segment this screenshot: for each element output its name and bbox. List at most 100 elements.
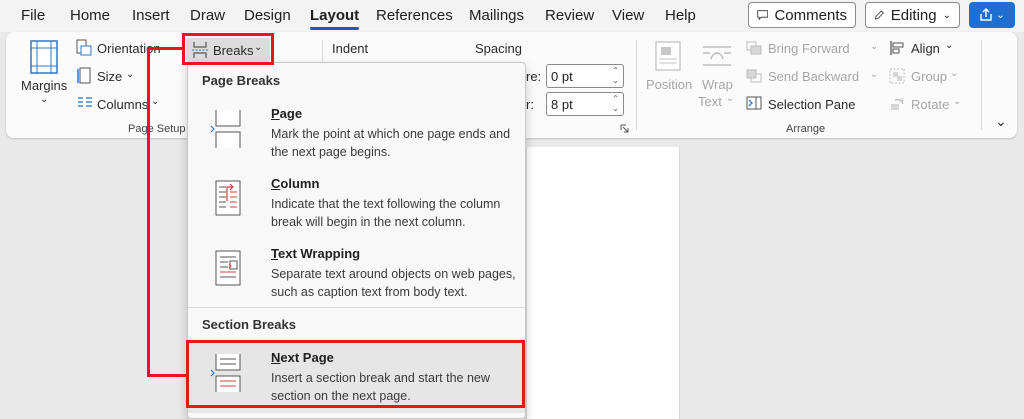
rotate-icon — [891, 97, 904, 110]
page-setup-group-label: Page Setup — [128, 123, 186, 135]
tab-insert[interactable]: Insert — [132, 7, 170, 24]
tab-file[interactable]: File — [21, 7, 45, 24]
tab-help[interactable]: Help — [665, 7, 696, 24]
share-icon — [980, 8, 992, 21]
text-wrapping-title: Text Wrapping — [271, 246, 361, 261]
page-break-item[interactable]: Page Mark the point at which one page en… — [188, 99, 525, 169]
page-break-title: Page — [271, 106, 303, 121]
breaks-dropdown: Page Breaks Page Mark the point at which… — [187, 62, 526, 419]
send-backward-button[interactable]: Send Backward — [768, 69, 859, 84]
spacing-heading: Spacing — [475, 41, 522, 56]
page-break-desc: Mark the point at which one page ends an… — [271, 127, 511, 159]
margins-button[interactable]: Margins — [21, 78, 67, 93]
chevron-down-icon: ⌄ — [942, 9, 951, 21]
spacing-after-label: r: — [526, 97, 534, 112]
bring-forward-button[interactable]: Bring Forward — [768, 41, 850, 56]
position-icon — [655, 41, 681, 71]
align-button[interactable]: Align — [911, 41, 940, 56]
tab-draw[interactable]: Draw — [190, 7, 225, 24]
indent-heading: Indent — [332, 41, 369, 56]
tab-view[interactable]: View — [612, 7, 644, 24]
column-break-desc: Indicate that the text following the col… — [271, 197, 501, 229]
column-break-title: Column — [271, 176, 320, 191]
highlight-connector-line — [147, 374, 187, 377]
pencil-icon — [874, 10, 884, 20]
align-icon — [890, 41, 904, 55]
spacing-after-input[interactable]: 8 pt ⌃ ⌄ — [546, 92, 624, 116]
spacing-before-label: re: — [526, 69, 542, 84]
collapse-ribbon-icon[interactable]: ⌄ — [995, 113, 1007, 130]
menu-bar: File Home Insert Draw Design Layout Refe… — [0, 0, 1024, 32]
wrap-chevron-icon: ⌄ — [726, 93, 735, 104]
tab-home[interactable]: Home — [70, 7, 110, 24]
selection-pane-button[interactable]: Selection Pane — [768, 97, 855, 112]
next-page-break-item[interactable]: Next Page Insert a section break and sta… — [188, 343, 525, 413]
page-break-icon — [210, 110, 241, 148]
share-chevron-icon: ⌄ — [996, 9, 1005, 21]
next-page-break-icon — [210, 354, 241, 392]
page-breaks-heading: Page Breaks — [202, 73, 281, 88]
arrange-group-label: Arrange — [786, 123, 826, 135]
group-button[interactable]: Group — [911, 69, 947, 84]
comments-button[interactable]: Comments — [748, 2, 856, 28]
tab-design[interactable]: Design — [244, 7, 291, 24]
column-break-item[interactable]: Column Indicate that the text following … — [188, 169, 525, 239]
group-icon — [889, 68, 905, 84]
editing-mode-button[interactable]: Editing ⌄ — [865, 2, 960, 28]
margins-icon — [30, 40, 58, 74]
bring-forward-icon — [746, 41, 762, 55]
tab-layout[interactable]: Layout — [310, 7, 360, 30]
text-wrapping-break-item[interactable]: Text Wrapping Separate text around objec… — [188, 239, 525, 309]
section-breaks-heading: Section Breaks — [202, 317, 296, 332]
columns-button[interactable]: Columns — [97, 97, 148, 112]
columns-chevron-icon: ⌄ — [151, 96, 160, 107]
send-backward-icon — [746, 69, 762, 83]
tab-references[interactable]: References — [376, 7, 453, 24]
spacing-before-value: 0 pt — [551, 69, 573, 84]
wrap-text-button[interactable]: Wrap — [702, 77, 733, 92]
next-page-desc: Insert a section break and start the new… — [271, 371, 490, 403]
rotate-chevron-icon: ⌄ — [953, 96, 962, 107]
size-chevron-icon: ⌄ — [126, 69, 135, 80]
breaks-button[interactable]: Breaks ⌄ — [186, 38, 270, 62]
comments-label: Comments — [774, 6, 847, 24]
highlight-connector-line — [147, 47, 184, 50]
breaks-chevron-icon: ⌄ — [254, 42, 263, 53]
text-wrapping-icon — [215, 250, 241, 286]
align-chevron-icon: ⌄ — [945, 40, 954, 51]
margins-chevron-icon: ⌄ — [40, 94, 49, 105]
divider — [981, 40, 982, 130]
send-backward-chevron-icon: ⌄ — [870, 69, 879, 80]
columns-icon — [78, 97, 92, 107]
editing-label: Editing — [890, 6, 937, 24]
breaks-icon — [192, 42, 208, 58]
wrap-text-label: Text — [698, 94, 722, 109]
spinner-arrows-icon[interactable]: ⌃ ⌄ — [612, 94, 619, 114]
rotate-button[interactable]: Rotate — [911, 97, 949, 112]
group-chevron-icon: ⌄ — [950, 68, 959, 79]
dialog-launcher-icon[interactable] — [620, 124, 629, 133]
wrap-text-icon — [703, 46, 731, 66]
next-page-title: Next Page — [271, 350, 334, 365]
breaks-label: Breaks — [213, 43, 254, 58]
position-button[interactable]: Position — [646, 77, 692, 92]
divider — [636, 40, 637, 130]
selection-pane-icon — [746, 96, 762, 110]
divider — [322, 40, 323, 62]
highlight-connector-line — [147, 47, 150, 377]
spacing-before-input[interactable]: 0 pt ⌃ ⌄ — [546, 64, 624, 88]
spinner-arrows-icon[interactable]: ⌃ ⌄ — [612, 66, 619, 86]
column-break-icon — [215, 180, 241, 216]
share-button[interactable]: ⌄ — [969, 2, 1015, 28]
size-button[interactable]: Size — [97, 69, 122, 84]
menu-divider — [188, 307, 525, 308]
text-wrapping-desc: Separate text around objects on web page… — [271, 267, 516, 299]
size-icon — [77, 67, 91, 84]
document-page[interactable] — [526, 147, 680, 419]
spacing-after-value: 8 pt — [551, 97, 573, 112]
tab-review[interactable]: Review — [545, 7, 594, 24]
comment-icon — [757, 10, 769, 21]
bring-forward-chevron-icon: ⌄ — [870, 41, 879, 52]
orientation-icon — [76, 39, 92, 56]
tab-mailings[interactable]: Mailings — [469, 7, 524, 24]
